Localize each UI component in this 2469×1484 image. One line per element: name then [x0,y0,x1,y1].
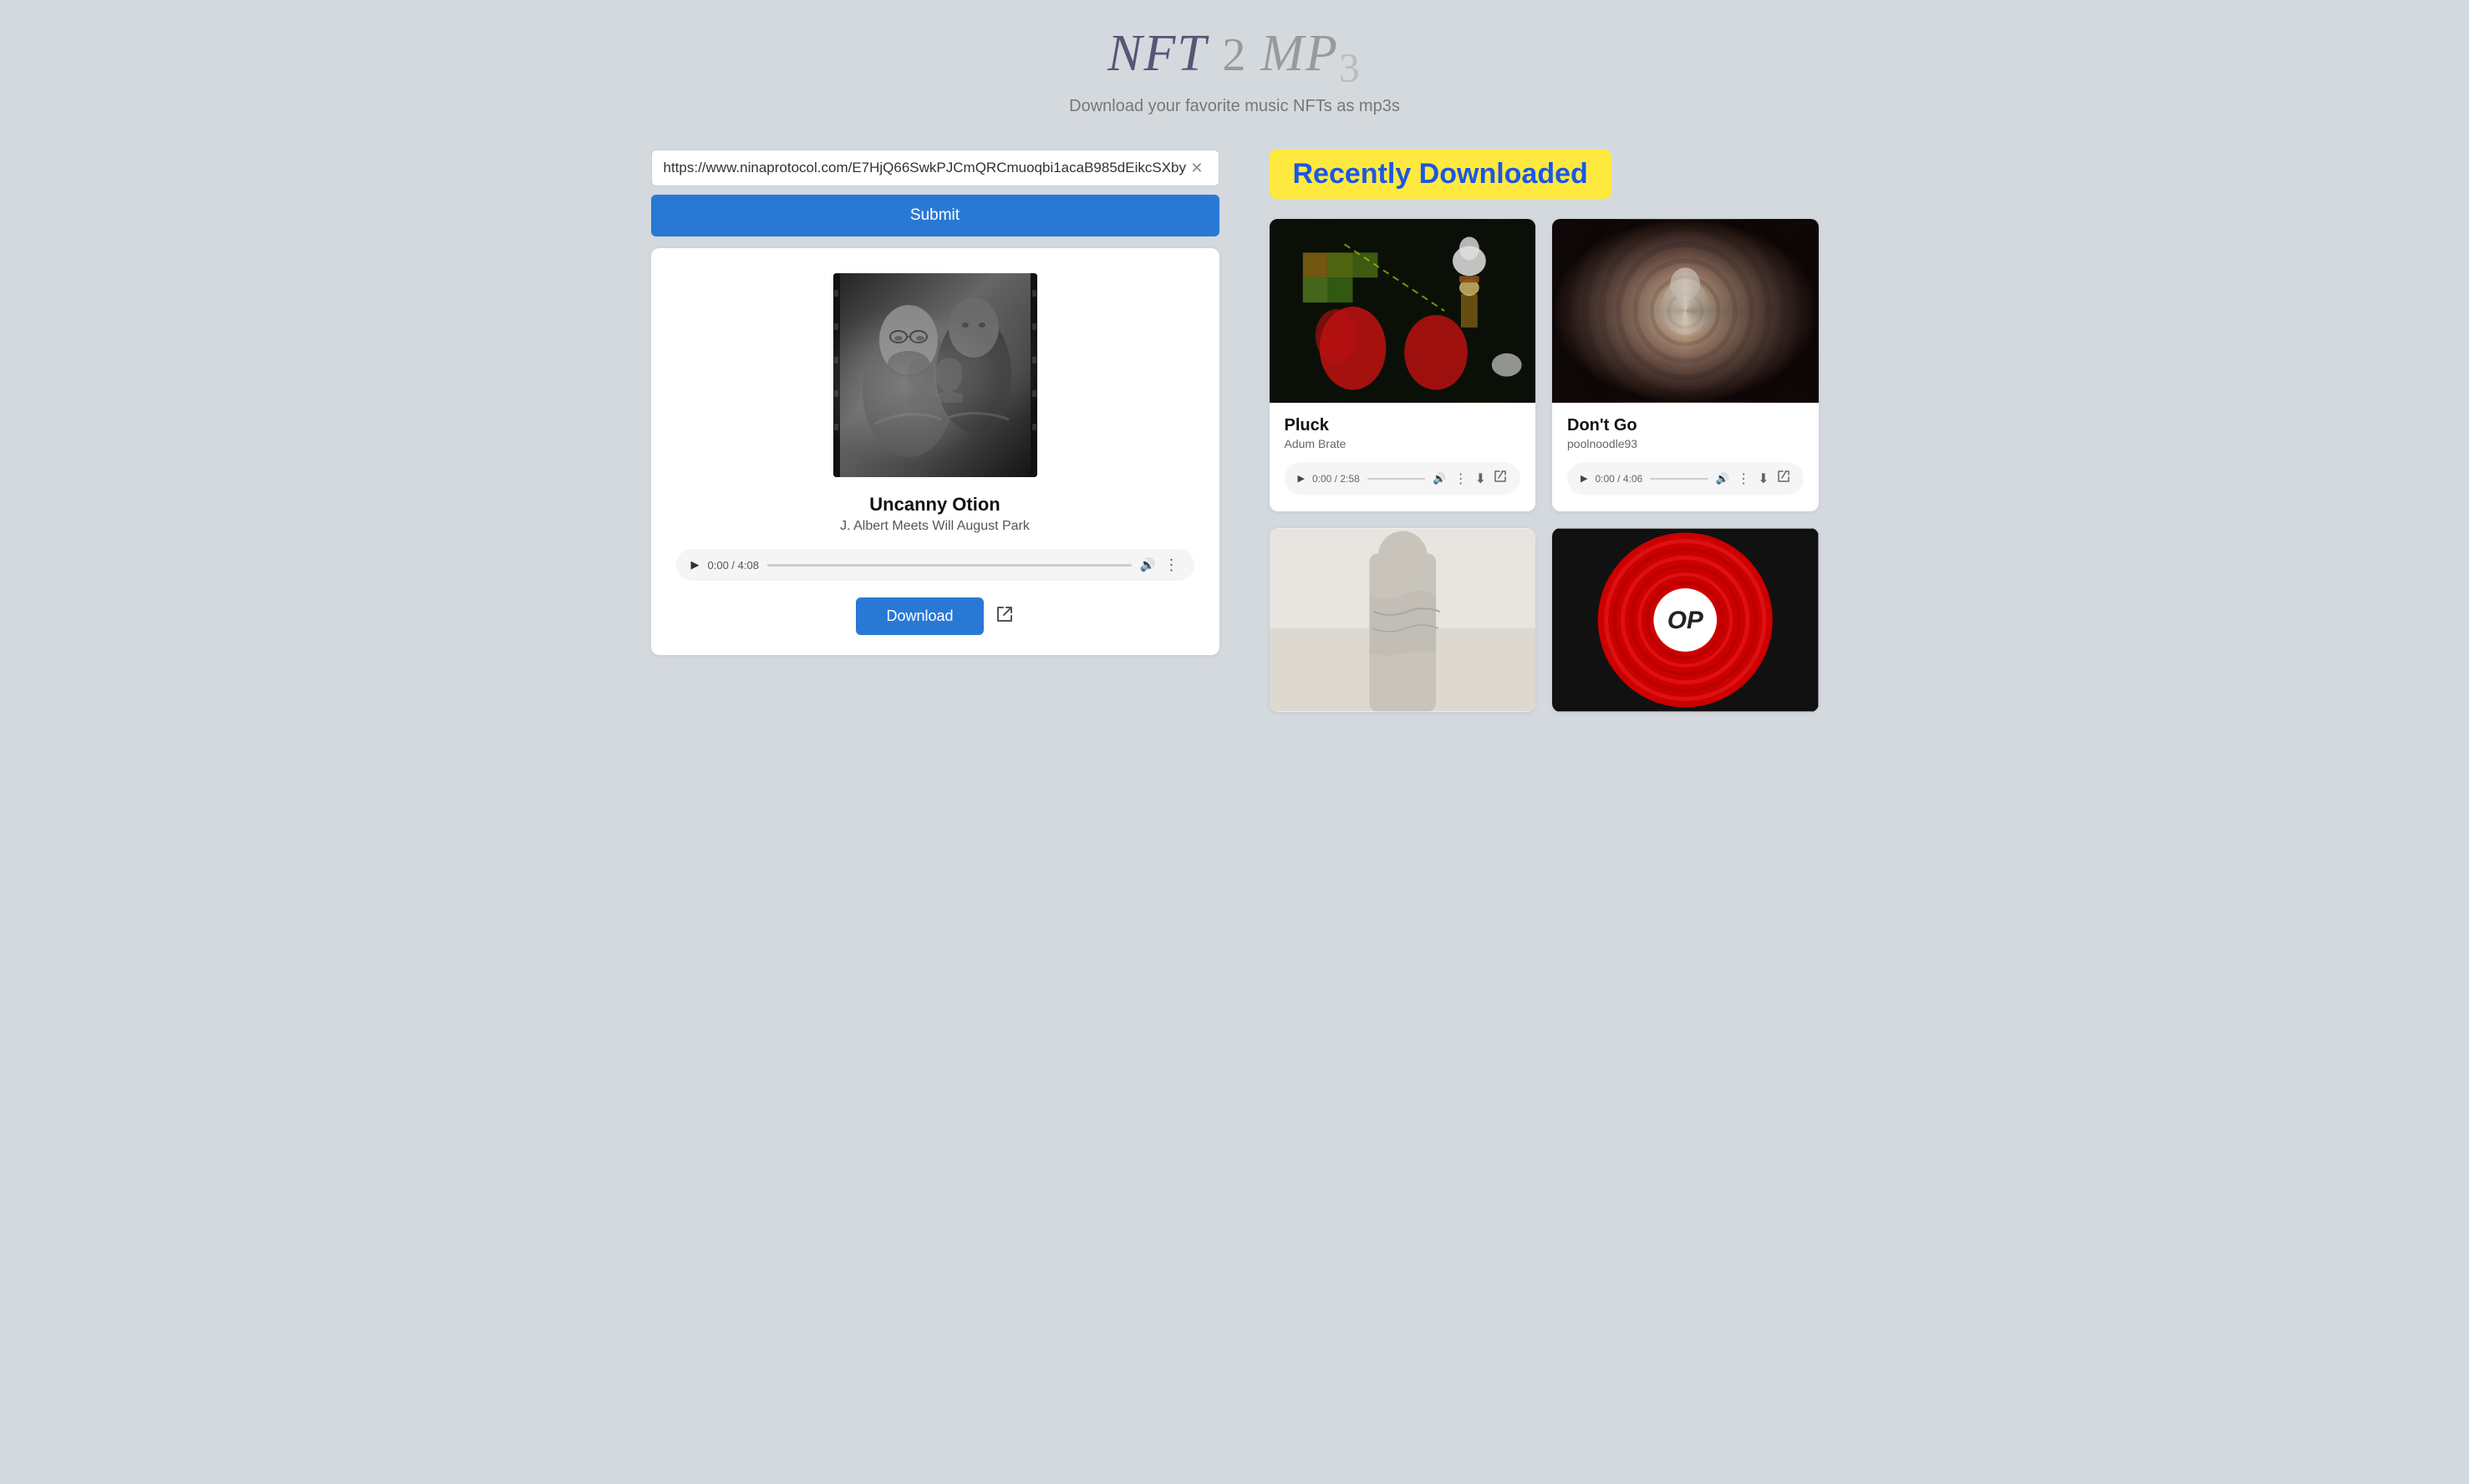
title-mp: MP [1260,25,1339,82]
play-button[interactable] [691,558,700,572]
nft-image-dontgo [1552,219,1819,403]
dontgo-more-button[interactable]: ⋮ [1737,470,1750,487]
app-header: NFT 2 MP3 Download your favorite music N… [651,25,1819,116]
app-title: NFT 2 MP3 [651,25,1819,90]
external-link-button[interactable] [995,605,1014,628]
svg-text:OP: OP [1667,607,1703,634]
nft-card-vinyl: OP [1552,528,1819,712]
nft-card-statue [1270,528,1536,712]
page-wrapper: NFT 2 MP3 Download your favorite music N… [618,0,1852,745]
dontgo-title: Don't Go [1567,416,1804,435]
clear-url-button[interactable]: ✕ [1187,159,1206,177]
pluck-time: 0:00 / 2:58 [1312,473,1360,485]
download-row: Download [676,597,1194,635]
nft-card-info-dontgo: Don't Go poolnoodle93 0:00 / 4:06 🔊 ⋮ ⬇ [1552,403,1819,511]
more-options-button[interactable]: ⋮ [1164,557,1179,572]
pluck-title: Pluck [1285,416,1521,435]
nft-title: Uncanny Otion [676,494,1194,516]
card-artwork [676,273,1194,477]
download-button[interactable]: Download [856,597,983,635]
app-subtitle: Download your favorite music NFTs as mp3… [651,97,1819,116]
dontgo-play-button[interactable] [1581,473,1587,484]
nft-artist: J. Albert Meets Will August Park [676,519,1194,534]
audio-player: 0:00 / 4:08 🔊 ⋮ [676,549,1194,581]
pluck-artist: Adum Brate [1285,437,1521,450]
nft-card-pluck: Pluck Adum Brate 0:00 / 2:58 🔊 ⋮ ⬇ [1270,219,1536,511]
nft-cards-grid: Pluck Adum Brate 0:00 / 2:58 🔊 ⋮ ⬇ [1270,219,1819,712]
title-nft: NFT [1107,25,1208,82]
pluck-progress-bar[interactable] [1367,478,1426,480]
dontgo-download-icon[interactable]: ⬇ [1758,470,1769,487]
right-panel: Recently Downloaded [1270,150,1819,712]
nft-card-info-pluck: Pluck Adum Brate 0:00 / 2:58 🔊 ⋮ ⬇ [1270,403,1536,511]
dontgo-external-icon[interactable] [1777,470,1790,487]
time-display: 0:00 / 4:08 [708,559,759,572]
pluck-audio-player: 0:00 / 2:58 🔊 ⋮ ⬇ [1285,462,1521,495]
pixel-art-overlay [1270,219,1536,403]
nft-card-dontgo: Don't Go poolnoodle93 0:00 / 4:06 🔊 ⋮ ⬇ [1552,219,1819,511]
dontgo-audio-player: 0:00 / 4:06 🔊 ⋮ ⬇ [1567,462,1804,495]
artwork-image [833,273,1037,477]
pluck-play-button[interactable] [1298,473,1305,484]
main-layout: ✕ Submit [651,150,1819,712]
title-2: 2 [1222,29,1260,81]
url-input[interactable] [664,160,1188,176]
volume-button[interactable]: 🔊 [1140,557,1156,572]
title-3: 3 [1339,43,1362,90]
dontgo-time: 0:00 / 4:06 [1595,473,1642,485]
nft-image-pluck [1270,219,1536,403]
pluck-external-icon[interactable] [1494,470,1507,487]
progress-bar[interactable] [767,564,1132,567]
dontgo-volume[interactable]: 🔊 [1716,472,1729,485]
nft-detail-card: Uncanny Otion J. Albert Meets Will Augus… [651,248,1219,655]
url-input-row: ✕ [651,150,1219,186]
dontgo-artist: poolnoodle93 [1567,437,1804,450]
pluck-volume[interactable]: 🔊 [1433,472,1446,485]
dontgo-progress-bar[interactable] [1650,478,1708,480]
left-panel: ✕ Submit [651,150,1219,655]
submit-button[interactable]: Submit [651,195,1219,236]
pluck-download-icon[interactable]: ⬇ [1475,470,1486,487]
recently-downloaded-label: Recently Downloaded [1270,150,1611,199]
pluck-more-button[interactable]: ⋮ [1454,470,1468,487]
